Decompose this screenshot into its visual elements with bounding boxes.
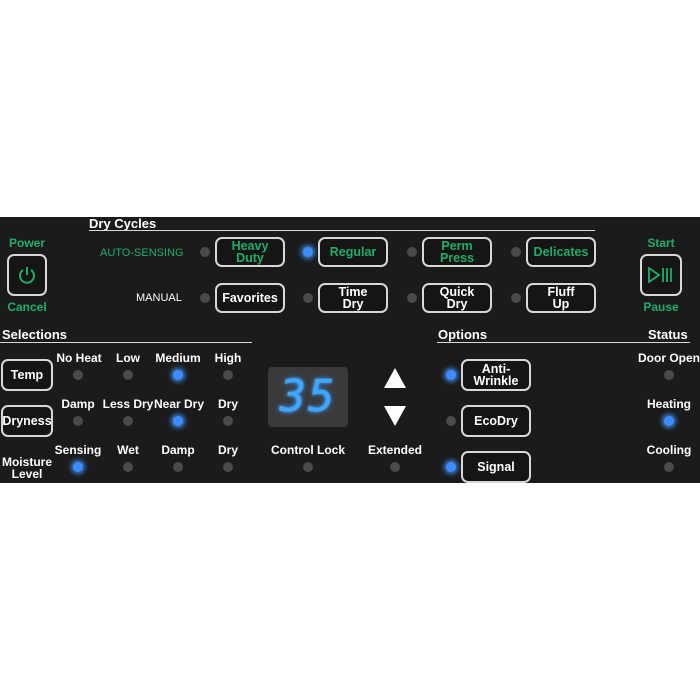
cooling-label: Cooling <box>646 443 692 457</box>
temp-level-indicator <box>173 370 183 380</box>
dryness-level-indicator <box>123 416 133 426</box>
quick-dry-indicator <box>407 293 417 303</box>
auto-sensing-label: AUTO-SENSING <box>100 247 184 259</box>
pause-label: Pause <box>643 300 679 314</box>
options-status-rule <box>437 342 690 343</box>
heating-label: Heating <box>646 397 692 411</box>
dry-cycles-title: Dry Cycles <box>89 216 157 231</box>
moisture-level-option-label: Sensing <box>54 443 102 457</box>
temp-level-label: High <box>214 351 242 365</box>
moisture-level-indicator <box>173 462 183 472</box>
moisture-level-indicator <box>123 462 133 472</box>
start-pause-button[interactable] <box>640 254 682 296</box>
cancel-label: Cancel <box>7 300 47 314</box>
heavy-duty-button[interactable]: Heavy Duty <box>215 237 285 267</box>
temp-level-indicator <box>223 370 233 380</box>
signal-indicator <box>446 462 456 472</box>
moisture-level-label: Moisture Level <box>1 455 52 481</box>
favorites-indicator <box>200 293 210 303</box>
dryness-level-indicator <box>223 416 233 426</box>
fluff-up-button[interactable]: Fluff Up <box>526 283 596 313</box>
dryness-level-label: Dry <box>217 397 239 411</box>
ecodry-indicator <box>446 416 456 426</box>
extended-label: Extended <box>367 443 423 457</box>
moisture-level-option-label: Dry <box>217 443 239 457</box>
dryness-level-indicator <box>73 416 83 426</box>
moisture-level-indicator <box>223 462 233 472</box>
options-title: Options <box>438 327 488 342</box>
perm-press-indicator <box>407 247 417 257</box>
delicates-button[interactable]: Delicates <box>526 237 596 267</box>
extended-indicator <box>390 462 400 472</box>
time-dry-indicator <box>303 293 313 303</box>
status-title: Status <box>648 327 688 342</box>
time-display: 35 <box>268 367 348 427</box>
dry-cycles-rule <box>89 230 595 231</box>
heating-indicator <box>664 416 674 426</box>
door-open-label: Door Open <box>638 351 700 365</box>
fluff-up-indicator <box>511 293 521 303</box>
anti-wrinkle-indicator <box>446 370 456 380</box>
temp-level-indicator <box>73 370 83 380</box>
up-arrow-icon[interactable] <box>384 368 406 388</box>
power-label: Power <box>8 236 46 250</box>
down-arrow-icon[interactable] <box>384 406 406 426</box>
temp-button[interactable]: Temp <box>1 359 53 391</box>
time-dry-button[interactable]: Time Dry <box>318 283 388 313</box>
control-lock-indicator <box>303 462 313 472</box>
quick-dry-button[interactable]: Quick Dry <box>422 283 492 313</box>
manual-label: MANUAL <box>136 292 182 304</box>
selections-title: Selections <box>2 327 68 342</box>
temp-level-label: Low <box>116 351 140 365</box>
start-label: Start <box>647 236 675 250</box>
moisture-level-option-label: Wet <box>117 443 139 457</box>
regular-button[interactable]: Regular <box>318 237 388 267</box>
dryness-level-label: Less Dry <box>102 397 154 411</box>
temp-level-label: No Heat <box>56 351 102 365</box>
power-icon <box>19 267 35 284</box>
delicates-indicator <box>511 247 521 257</box>
time-display-digits: 35 <box>279 371 337 422</box>
moisture-level-indicator <box>73 462 83 472</box>
moisture-level-option-label: Damp <box>161 443 195 457</box>
selections-rule <box>0 342 252 343</box>
dryness-level-label: Near Dry <box>153 397 205 411</box>
temp-level-indicator <box>123 370 133 380</box>
regular-indicator <box>303 247 313 257</box>
heavy-duty-indicator <box>200 247 210 257</box>
control-lock-label: Control Lock <box>271 443 345 457</box>
favorites-button[interactable]: Favorites <box>215 283 285 313</box>
play-pause-icon <box>648 267 672 283</box>
door-open-indicator <box>664 370 674 380</box>
ecodry-button[interactable]: EcoDry <box>461 405 531 437</box>
signal-button[interactable]: Signal <box>461 451 531 483</box>
dryness-button[interactable]: Dryness <box>1 405 53 437</box>
perm-press-button[interactable]: Perm Press <box>422 237 492 267</box>
dryness-level-label: Damp <box>61 397 95 411</box>
temp-level-label: Medium <box>155 351 201 365</box>
cooling-indicator <box>664 462 674 472</box>
dryness-level-indicator <box>173 416 183 426</box>
anti-wrinkle-button[interactable]: Anti-Wrinkle <box>461 359 531 391</box>
power-button[interactable] <box>7 254 47 296</box>
